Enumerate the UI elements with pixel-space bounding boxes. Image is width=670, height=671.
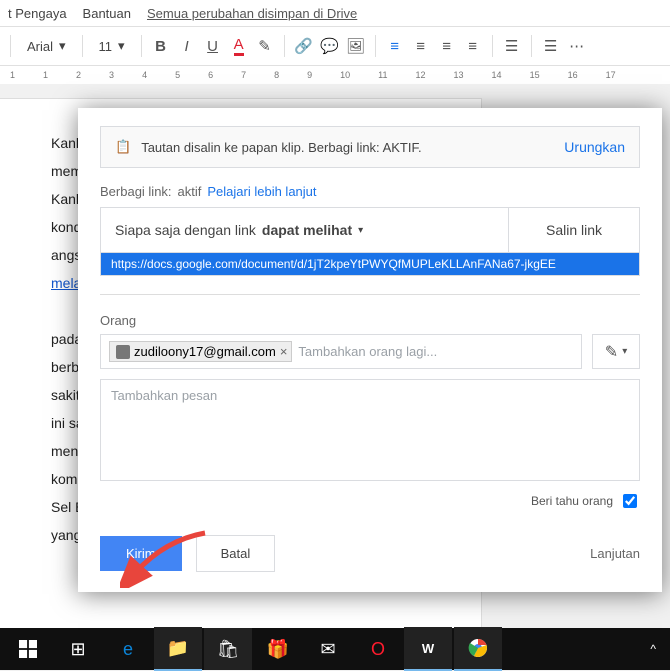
font-size-select[interactable]: 11 ▾: [91, 36, 133, 56]
share-url-field[interactable]: https://docs.google.com/document/d/1jT2k…: [100, 253, 640, 276]
word-icon[interactable]: W: [404, 627, 452, 671]
opera-icon[interactable]: O: [354, 628, 402, 670]
separator: [82, 35, 83, 57]
clipboard-icon: 📋: [115, 139, 131, 155]
chevron-down-icon: ▾: [358, 225, 363, 236]
more-icon[interactable]: ⋯: [566, 35, 588, 57]
person-chip: zudiloony17@gmail.com ×: [109, 341, 292, 362]
separator: [531, 35, 532, 57]
chevron-down-icon: ▾: [59, 38, 66, 54]
learn-more-link[interactable]: Pelajari lebih lanjut: [207, 184, 316, 199]
notify-row: Beri tahu orang: [100, 491, 640, 511]
gift-icon[interactable]: 🎁: [254, 628, 302, 670]
align-justify-icon[interactable]: ≡: [462, 35, 484, 57]
system-tray[interactable]: ^: [650, 642, 666, 656]
notify-checkbox[interactable]: [623, 494, 637, 508]
permission-dropdown[interactable]: Siapa saja dengan link dapat melihat ▾: [101, 208, 508, 252]
comment-icon[interactable]: 💬: [319, 35, 341, 57]
italic-icon[interactable]: I: [176, 35, 198, 57]
share-state: aktif: [178, 184, 202, 199]
font-size-value: 11: [99, 39, 113, 54]
cancel-button[interactable]: Batal: [196, 535, 276, 572]
chevron-down-icon: ▾: [118, 38, 125, 54]
remove-chip-icon[interactable]: ×: [280, 344, 288, 359]
separator: [141, 35, 142, 57]
separator: [375, 35, 376, 57]
undo-link[interactable]: Urungkan: [564, 139, 625, 155]
file-explorer-icon[interactable]: 📁: [154, 627, 202, 671]
mail-icon[interactable]: ✉: [304, 628, 352, 670]
link-icon[interactable]: 🔗: [293, 35, 315, 57]
image-icon[interactable]: 🖼: [345, 35, 367, 57]
numbered-list-icon[interactable]: ☰: [540, 35, 562, 57]
formatting-toolbar: Arial ▾ 11 ▾ B I U A ✎ 🔗 💬 🖼 ≡ ≡ ≡ ≡ ☰ ☰…: [0, 27, 670, 66]
snackbar: 📋 Tautan disalin ke papan klip. Berbagi …: [100, 126, 640, 168]
copy-link-button[interactable]: Salin link: [508, 208, 639, 252]
permission-picker[interactable]: ✎ ▾: [592, 334, 640, 369]
text-color-icon[interactable]: A: [228, 35, 250, 57]
align-left-icon[interactable]: ≡: [384, 35, 406, 57]
font-family-value: Arial: [27, 39, 53, 54]
snackbar-message: Tautan disalin ke papan klip. Berbagi li…: [141, 140, 421, 155]
message-textarea[interactable]: Tambahkan pesan: [100, 379, 640, 481]
people-placeholder: Tambahkan orang lagi...: [298, 344, 437, 359]
line-spacing-icon[interactable]: ☰: [501, 35, 523, 57]
bold-icon[interactable]: B: [150, 35, 172, 57]
send-button[interactable]: Kirim: [100, 536, 182, 571]
message-placeholder: Tambahkan pesan: [111, 388, 217, 403]
separator: [10, 35, 11, 57]
underline-icon[interactable]: U: [202, 35, 224, 57]
highlight-icon[interactable]: ✎: [254, 35, 276, 57]
start-button[interactable]: [4, 628, 52, 670]
save-status: Semua perubahan disimpan di Drive: [147, 6, 357, 21]
share-status-row: Berbagi link: aktif Pelajari lebih lanju…: [100, 184, 640, 199]
windows-taskbar: ⊞ e 📁 🛍 🎁 ✉ O W ^: [0, 628, 670, 670]
align-right-icon[interactable]: ≡: [436, 35, 458, 57]
store-icon[interactable]: 🛍: [204, 628, 252, 670]
permission-prefix: Siapa saja dengan link: [115, 222, 256, 238]
share-label: Berbagi link:: [100, 184, 172, 199]
chip-email: zudiloony17@gmail.com: [134, 344, 276, 359]
people-section-label: Orang: [100, 313, 640, 328]
menu-bar: t Pengaya Bantuan Semua perubahan disimp…: [0, 0, 670, 27]
ruler: 1 1 2 3 4 5 6 7 8 9 10 11 12 13 14 15 16…: [0, 66, 670, 85]
permission-box: Siapa saja dengan link dapat melihat ▾ S…: [100, 207, 640, 253]
menu-cut[interactable]: t Pengaya: [8, 6, 67, 21]
notify-label: Beri tahu orang: [531, 494, 613, 508]
chrome-icon[interactable]: [454, 627, 502, 671]
permission-level: dapat melihat: [262, 222, 352, 238]
font-family-select[interactable]: Arial ▾: [19, 36, 74, 56]
separator: [492, 35, 493, 57]
avatar-icon: [116, 345, 130, 359]
edge-icon[interactable]: e: [104, 628, 152, 670]
pencil-icon: ✎: [605, 342, 618, 362]
tray-expand-icon[interactable]: ^: [650, 642, 656, 656]
menu-help[interactable]: Bantuan: [83, 6, 131, 21]
chevron-down-icon: ▾: [622, 346, 627, 357]
align-center-icon[interactable]: ≡: [410, 35, 432, 57]
task-view-icon[interactable]: ⊞: [54, 628, 102, 670]
advanced-link[interactable]: Lanjutan: [590, 546, 640, 561]
separator: [284, 35, 285, 57]
people-input[interactable]: zudiloony17@gmail.com × Tambahkan orang …: [100, 334, 582, 369]
share-dialog: 📋 Tautan disalin ke papan klip. Berbagi …: [78, 108, 662, 592]
divider: [100, 294, 640, 295]
